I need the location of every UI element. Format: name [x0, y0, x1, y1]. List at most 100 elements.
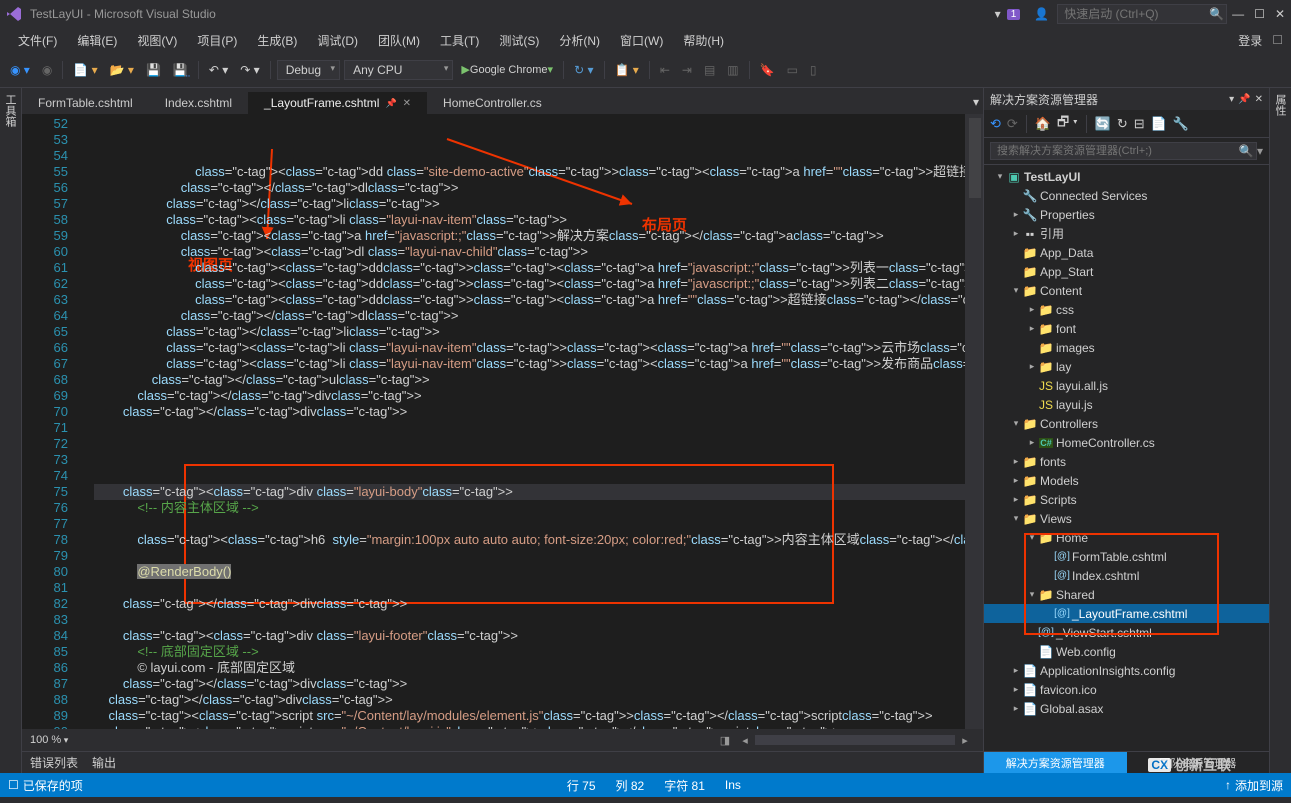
hscroll-track[interactable]	[755, 735, 955, 745]
menu-debug[interactable]: 调试(D)	[307, 30, 368, 51]
menu-view[interactable]: 视图(V)	[127, 30, 187, 51]
menu-help[interactable]: 帮助(H)	[673, 30, 734, 51]
browser-link-refresh[interactable]: ↻ ▾	[570, 58, 597, 82]
panel-close-icon[interactable]: ✕	[1255, 94, 1263, 105]
tree-node[interactable]: 🔧Connected Services	[984, 186, 1269, 205]
menu-file[interactable]: 文件(F)	[8, 30, 67, 51]
toolbox-tab[interactable]: 工具箱	[0, 88, 20, 133]
tree-node[interactable]: ▸📁font	[984, 319, 1269, 338]
tree-node[interactable]: ▾📁Home	[984, 528, 1269, 547]
tree-node[interactable]: ▾📁Controllers	[984, 414, 1269, 433]
back-icon[interactable]: ⟲	[990, 116, 1001, 132]
tree-node[interactable]: ▸📄favicon.ico	[984, 680, 1269, 699]
home-icon[interactable]: 🏠	[1035, 116, 1051, 132]
tree-node[interactable]: ▾📁Shared	[984, 585, 1269, 604]
menu-project[interactable]: 项目(P)	[187, 30, 247, 51]
hscroll-right[interactable]: ▸	[955, 734, 975, 747]
platform-combo[interactable]: Any CPU	[344, 60, 453, 80]
pin-icon[interactable]: 📌	[385, 98, 396, 109]
save-all-button[interactable]: 💾̤	[169, 58, 192, 82]
sync-icon[interactable]: 🗗 ▾	[1057, 113, 1078, 135]
menu-tools[interactable]: 工具(T)	[430, 30, 489, 51]
tree-node[interactable]: [@]_ViewStart.cshtml	[984, 623, 1269, 642]
close-button[interactable]: ✕	[1275, 7, 1285, 21]
search-icon[interactable]: 🔍	[1209, 7, 1224, 21]
properties-tab[interactable]: 属性	[1270, 88, 1290, 122]
notification-badge[interactable]: 1	[1007, 9, 1021, 20]
collapse-all-icon[interactable]: ⊟	[1134, 116, 1145, 132]
format-button[interactable]: 📋 ▾	[611, 58, 643, 82]
config-combo[interactable]: Debug	[277, 60, 340, 80]
tree-node[interactable]: 📁images	[984, 338, 1269, 357]
tree-node[interactable]: 📁App_Start	[984, 262, 1269, 281]
tree-node[interactable]: ▸📁css	[984, 300, 1269, 319]
refresh-icon[interactable]: ↻	[1117, 116, 1128, 132]
search-icon[interactable]: 🔍 ▾	[1239, 144, 1263, 158]
menu-build[interactable]: 生成(B)	[247, 30, 307, 51]
nav-fwd-button[interactable]: ◉	[38, 58, 56, 82]
tree-node[interactable]: ▸🔧Properties	[984, 205, 1269, 224]
tree-node[interactable]: [@]Index.cshtml	[984, 566, 1269, 585]
tab-layoutframe[interactable]: _LayoutFrame.cshtml📌✕	[248, 92, 427, 114]
tree-node[interactable]: ▸📁Scripts	[984, 490, 1269, 509]
open-button[interactable]: 📂 ▾	[106, 58, 138, 82]
close-tab-icon[interactable]: ✕	[403, 98, 411, 109]
tree-node[interactable]: 📁App_Data	[984, 243, 1269, 262]
active-files-dropdown[interactable]: ▾	[969, 90, 983, 114]
tree-node[interactable]: ▸📁lay	[984, 357, 1269, 376]
outdent-button[interactable]: ⇤	[656, 58, 674, 82]
tree-node[interactable]: ▸📄Global.asax	[984, 699, 1269, 718]
expand-button[interactable]: ▯	[806, 58, 821, 82]
redo-button[interactable]: ↷ ▾	[236, 58, 263, 82]
tree-node[interactable]: ▾▣TestLayUI	[984, 167, 1269, 186]
tree-node[interactable]: [@]_LayoutFrame.cshtml	[984, 604, 1269, 623]
tree-node[interactable]: ▾📁Views	[984, 509, 1269, 528]
nav-back-button[interactable]: ◉ ▾	[6, 58, 34, 82]
tree-node[interactable]: ▸📄ApplicationInsights.config	[984, 661, 1269, 680]
undo-button[interactable]: ↶ ▾	[205, 58, 232, 82]
tab-index[interactable]: Index.cshtml	[149, 92, 248, 114]
new-item-button[interactable]: 📄 ▾	[69, 58, 101, 82]
comment-button[interactable]: ▤	[700, 58, 719, 82]
tab-formtable[interactable]: FormTable.cshtml	[22, 92, 149, 114]
indent-button[interactable]: ⇥	[678, 58, 696, 82]
tree-node[interactable]: ▸▪▪引用	[984, 224, 1269, 243]
hsplit-icon[interactable]: ◨	[715, 734, 735, 747]
solution-tree[interactable]: ▾▣TestLayUI🔧Connected Services▸🔧Properti…	[984, 165, 1269, 751]
show-all-icon[interactable]: 📄	[1151, 116, 1167, 132]
tab-homecontroller[interactable]: HomeController.cs	[427, 92, 558, 114]
status-publish[interactable]: ↑ 添加到源	[1225, 777, 1283, 794]
solution-explorer-tab[interactable]: 解决方案资源管理器	[984, 752, 1127, 773]
panel-menu-icon[interactable]: ▾	[1229, 94, 1234, 105]
properties-icon[interactable]: 🔧	[1173, 116, 1189, 132]
uncomment-button[interactable]: ▥	[723, 58, 742, 82]
fwd-icon[interactable]: ⟳	[1007, 116, 1018, 132]
maximize-button[interactable]: ☐	[1254, 7, 1265, 21]
fold-column[interactable]	[78, 114, 94, 729]
solution-search-input[interactable]	[990, 142, 1257, 160]
tree-node[interactable]: ▸C#HomeController.cs	[984, 433, 1269, 452]
collapse-button[interactable]: ▭	[783, 58, 802, 82]
tree-node[interactable]: JSlayui.js	[984, 395, 1269, 414]
menu-team[interactable]: 团队(M)	[368, 30, 430, 51]
bookmark-button[interactable]: 🔖	[756, 58, 779, 82]
code-text[interactable]: class="c-tag"><class="c-tag">dd class="s…	[94, 114, 965, 729]
minimize-button[interactable]: —	[1232, 7, 1244, 21]
notif-flag-icon[interactable]: ▾	[995, 7, 1001, 21]
pending-icon[interactable]: 🔄	[1095, 116, 1111, 132]
sign-in-link[interactable]: 登录	[1232, 30, 1268, 51]
tree-node[interactable]: ▸📁fonts	[984, 452, 1269, 471]
save-button[interactable]: 💾	[142, 58, 165, 82]
panel-title-bar[interactable]: 解决方案资源管理器 ▾ 📌 ✕	[984, 88, 1269, 110]
menu-test[interactable]: 测试(S)	[489, 30, 549, 51]
tree-node[interactable]: ▸📁Models	[984, 471, 1269, 490]
code-editor[interactable]: 5253545556575859606162636465666768697071…	[22, 114, 983, 729]
quick-launch-input[interactable]	[1057, 4, 1227, 24]
sign-in-icon[interactable]: ☐	[1272, 33, 1283, 47]
error-list-tab[interactable]: 错误列表	[30, 754, 78, 771]
feedback-icon[interactable]: 👤	[1034, 7, 1049, 21]
start-debug-button[interactable]: ▶ Google Chrome ▾	[457, 58, 557, 82]
output-tab[interactable]: 输出	[92, 754, 116, 771]
panel-pin-icon[interactable]: 📌	[1238, 94, 1250, 105]
menu-window[interactable]: 窗口(W)	[610, 30, 673, 51]
